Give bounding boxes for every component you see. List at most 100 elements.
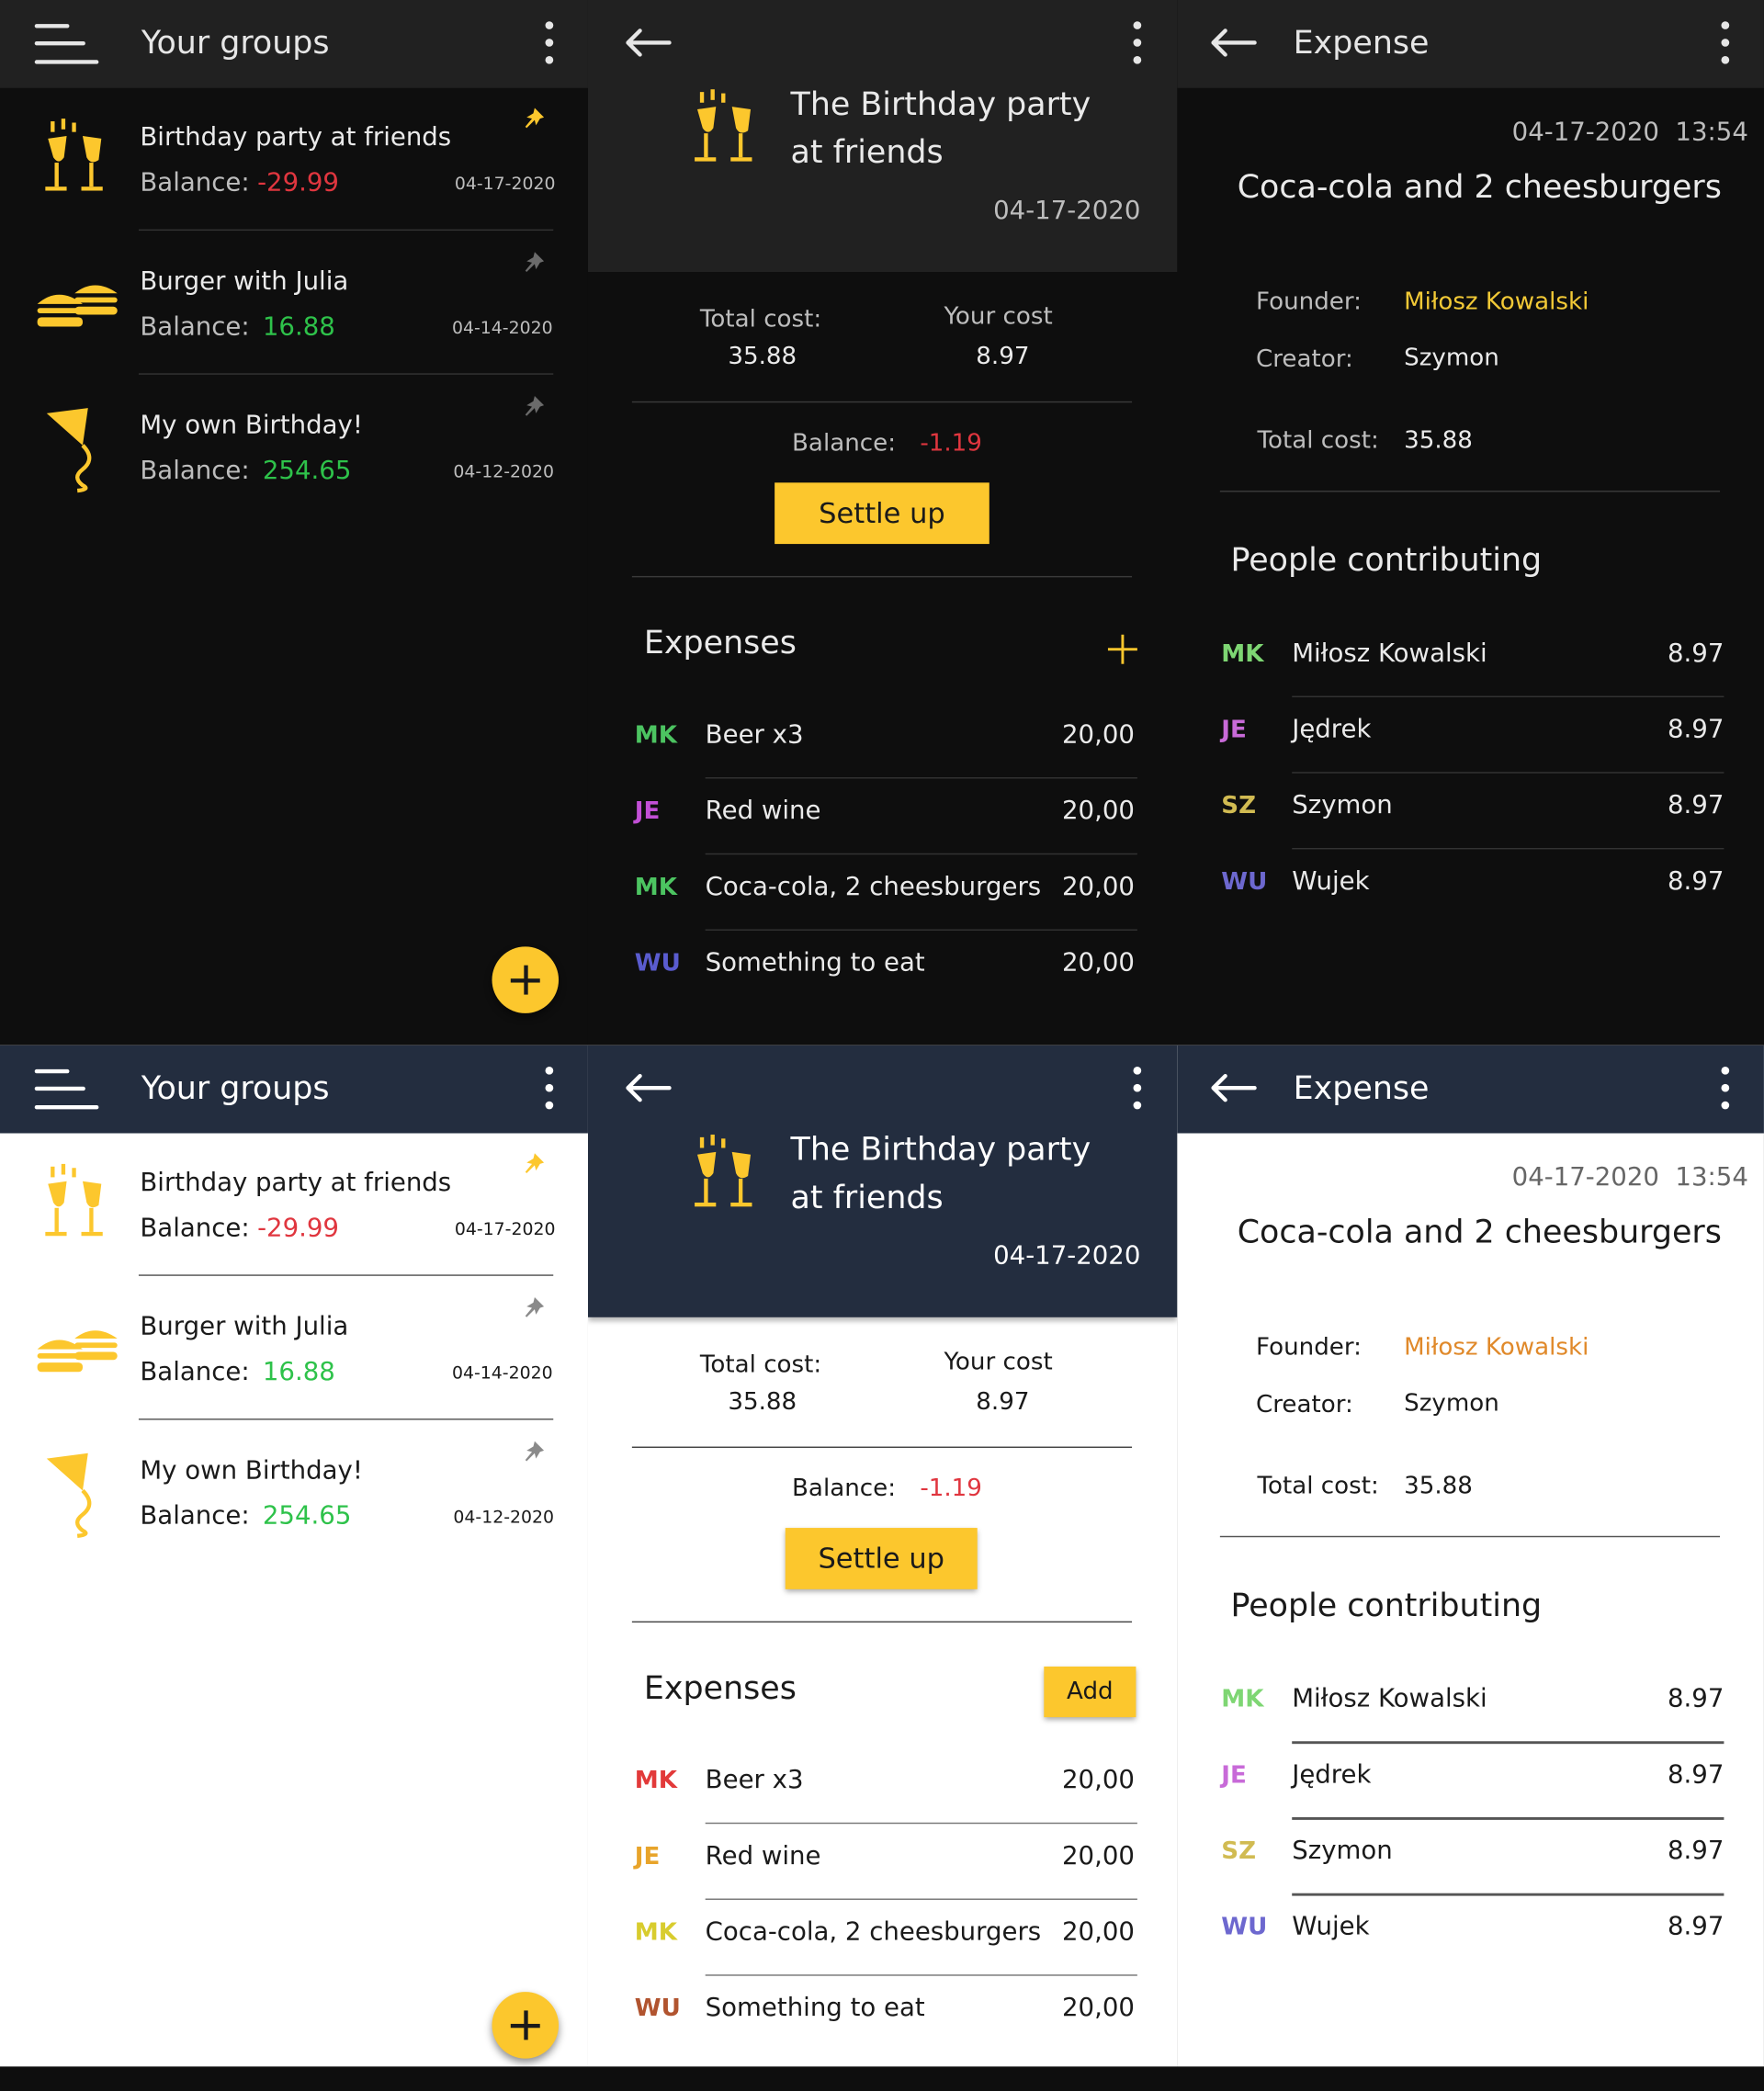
expense-row[interactable]: MK Coca-cola, 2 cheesburgers 20,00 xyxy=(588,854,1175,929)
people-heading: People contributing xyxy=(1230,1586,1543,1624)
contributor-amount: 8.97 xyxy=(1667,714,1724,744)
group-name: Birthday party at friends xyxy=(140,122,452,153)
expense-name: Coca-cola, 2 cheesburgers xyxy=(705,1916,1042,1947)
contributor-row[interactable]: WU Wujek 8.97 xyxy=(1177,849,1764,923)
initials-badge: WU xyxy=(634,1994,681,2023)
balance-value: 254.65 xyxy=(262,1501,352,1531)
initials-badge: JE xyxy=(1221,1761,1247,1790)
expense-amount: 20,00 xyxy=(1062,1916,1135,1947)
back-arrow-icon[interactable] xyxy=(1209,1072,1257,1104)
expense-row[interactable]: MK Beer x3 20,00 xyxy=(588,1748,1175,1823)
more-vert-icon[interactable] xyxy=(1132,21,1143,73)
your-cost-value: 8.97 xyxy=(976,342,1030,371)
more-vert-icon[interactable] xyxy=(1720,1066,1731,1119)
hamburger-menu-icon[interactable] xyxy=(34,24,102,66)
kite-icon xyxy=(42,1451,111,1539)
creator-value: Szymon xyxy=(1404,1389,1499,1418)
group-title-line1: The Birthday party xyxy=(790,1130,1091,1169)
divider xyxy=(1219,491,1721,492)
balance-label: Balance: xyxy=(140,311,250,342)
initials-badge: MK xyxy=(634,1918,678,1947)
expenses-heading: Expenses xyxy=(643,624,797,661)
group-list-item[interactable]: My own Birthday! Balance: 254.65 04-12-2… xyxy=(0,376,588,517)
balance-value: -29.99 xyxy=(257,167,339,198)
divider xyxy=(631,401,1133,403)
expense-amount: 20,00 xyxy=(1062,1993,1135,2023)
contributor-row[interactable]: WU Wujek 8.97 xyxy=(1177,1894,1764,1969)
app-screenshots-collage: Your groups Birthday party at friends Ba… xyxy=(0,0,1764,2067)
expense-amount: 20,00 xyxy=(1062,1765,1135,1795)
back-arrow-icon[interactable] xyxy=(624,27,672,59)
more-vert-icon[interactable] xyxy=(1132,1066,1143,1119)
back-arrow-icon[interactable] xyxy=(624,1072,672,1104)
expense-row[interactable]: MK Beer x3 20,00 xyxy=(588,703,1175,777)
creator-value: Szymon xyxy=(1404,344,1499,372)
total-cost-value: 35.88 xyxy=(728,342,797,371)
balance-value: -1.19 xyxy=(920,429,982,458)
add-expense-button[interactable]: Add xyxy=(1044,1667,1136,1718)
initials-badge: JE xyxy=(634,1842,661,1871)
settle-up-button[interactable]: Settle up xyxy=(775,482,989,545)
expense-row[interactable]: MK Coca-cola, 2 cheesburgers 20,00 xyxy=(588,1900,1175,1974)
balance-label: Balance: xyxy=(140,167,250,198)
pin-icon[interactable] xyxy=(521,1440,545,1469)
total-value: 35.88 xyxy=(1404,426,1473,455)
add-group-button[interactable] xyxy=(492,946,560,1013)
contributor-amount: 8.97 xyxy=(1667,1912,1724,1941)
pin-icon[interactable] xyxy=(521,251,545,280)
more-vert-icon[interactable] xyxy=(1720,21,1731,73)
contributor-row[interactable]: JE Jędrek 8.97 xyxy=(1177,1743,1764,1817)
expense-name: Coca-cola and 2 cheesburgers xyxy=(1237,167,1722,206)
cheers-glasses-icon xyxy=(38,118,115,203)
total-cost-value: 35.88 xyxy=(728,1387,797,1417)
initials-badge: MK xyxy=(1221,639,1264,669)
balance-value: 254.65 xyxy=(262,456,352,486)
contributor-name: Jędrek xyxy=(1292,714,1372,744)
expense-name: Beer x3 xyxy=(705,719,804,750)
contributor-row[interactable]: MK Miłosz Kowalski 8.97 xyxy=(1177,621,1764,695)
your-cost-label: Your cost xyxy=(944,1348,1053,1376)
add-expense-plus-icon[interactable] xyxy=(1107,634,1137,664)
more-vert-icon[interactable] xyxy=(544,1066,555,1119)
group-list-item[interactable]: Burger with Julia Balance: 16.88 04-14-2… xyxy=(0,1277,588,1418)
pin-icon[interactable] xyxy=(521,395,545,424)
pin-icon[interactable] xyxy=(521,1296,545,1326)
group-date: 04-17-2020 xyxy=(993,1241,1141,1271)
contributor-row[interactable]: SZ Szymon 8.97 xyxy=(1177,1818,1764,1893)
initials-badge: MK xyxy=(634,873,678,902)
balance-label: Balance: xyxy=(792,1475,897,1503)
settle-up-button[interactable]: Settle up xyxy=(785,1528,978,1589)
divider xyxy=(631,575,1133,578)
pin-icon[interactable] xyxy=(521,107,545,136)
expense-name: Coca-cola, 2 cheesburgers xyxy=(705,872,1042,902)
contributor-row[interactable]: JE Jędrek 8.97 xyxy=(1177,697,1764,772)
add-group-button[interactable] xyxy=(492,1992,560,2059)
founder-label: Founder: xyxy=(1256,288,1362,316)
creator-label: Creator: xyxy=(1256,1390,1353,1419)
group-detail-screen-light: The Birthday party at friends 04-17-2020… xyxy=(587,1045,1178,2067)
expense-row[interactable]: JE Red wine 20,00 xyxy=(588,1824,1175,1898)
contributor-amount: 8.97 xyxy=(1667,1683,1724,1713)
groups-screen-dark: Your groups Birthday party at friends Ba… xyxy=(0,0,588,1046)
group-title-line1: The Birthday party xyxy=(790,85,1091,123)
contributor-row[interactable]: MK Miłosz Kowalski 8.97 xyxy=(1177,1667,1764,1741)
expense-detail-screen-dark: Expense 04-17-2020 13:54 Coca-cola and 2… xyxy=(1177,0,1764,1046)
contributor-amount: 8.97 xyxy=(1667,639,1724,669)
contributor-amount: 8.97 xyxy=(1667,1759,1724,1790)
group-list-item[interactable]: My own Birthday! Balance: 254.65 04-12-2… xyxy=(0,1421,588,1563)
group-list-item[interactable]: Birthday party at friends Balance: -29.9… xyxy=(0,1134,588,1275)
expense-amount: 20,00 xyxy=(1062,796,1135,826)
group-title-line2: at friends xyxy=(790,133,944,171)
expense-row[interactable]: JE Red wine 20,00 xyxy=(588,779,1175,853)
expense-row[interactable]: WU Something to eat 20,00 xyxy=(588,931,1175,1005)
more-vert-icon[interactable] xyxy=(544,21,555,73)
back-arrow-icon[interactable] xyxy=(1209,27,1257,59)
creator-label: Creator: xyxy=(1256,345,1353,374)
expense-row[interactable]: WU Something to eat 20,00 xyxy=(588,1976,1175,2051)
pin-icon[interactable] xyxy=(521,1152,545,1181)
group-list-item[interactable]: Burger with Julia Balance: 16.88 04-14-2… xyxy=(0,232,588,374)
divider xyxy=(138,1418,554,1420)
contributor-row[interactable]: SZ Szymon 8.97 xyxy=(1177,774,1764,848)
hamburger-menu-icon[interactable] xyxy=(34,1068,102,1112)
group-list-item[interactable]: Birthday party at friends Balance: -29.9… xyxy=(0,88,588,230)
